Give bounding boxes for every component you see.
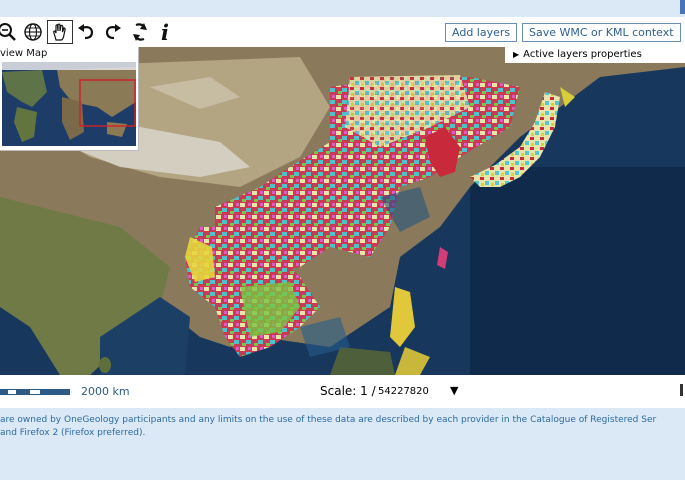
active-layers-label: Active layers properties	[523, 49, 642, 60]
scale-segment	[40, 389, 54, 395]
top-strip	[0, 0, 685, 17]
footer-notice: are owned by OneGeology participants and…	[0, 414, 685, 440]
overview-map-panel: view Map	[0, 47, 139, 151]
expand-triangle-icon: ▶	[513, 50, 520, 59]
scale-segment	[16, 389, 30, 395]
globe-icon[interactable]	[22, 20, 44, 44]
info-icon[interactable]: i	[156, 20, 174, 45]
save-context-button[interactable]: Save WMC or KML context	[522, 23, 681, 42]
window-corner	[680, 0, 685, 14]
map-toolbar: i Add layers Save WMC or KML context	[0, 17, 685, 47]
overview-map-image[interactable]	[2, 62, 136, 146]
scale-segment	[54, 389, 70, 395]
scale-segment	[0, 389, 8, 395]
scale-distance-label: 2000 km	[81, 385, 130, 398]
zoom-out-icon[interactable]	[0, 20, 16, 44]
footer-line-2: and Firefox 2 (Firefox preferred).	[0, 428, 146, 438]
scale-end-marker	[680, 384, 683, 396]
scale-bar-row: 2000 km Scale: 1 / 54227820 ▼	[0, 375, 685, 408]
footer-line-1: are owned by OneGeology participants and…	[0, 415, 657, 425]
scale-value[interactable]: 54227820	[378, 386, 429, 397]
active-layers-toggle[interactable]: ▶ Active layers properties	[505, 47, 685, 63]
scale-label: Scale: 1 /	[320, 384, 376, 398]
scale-segment	[30, 389, 40, 395]
hand-pan-icon[interactable]	[47, 20, 73, 44]
add-layers-button[interactable]: Add layers	[445, 23, 518, 42]
scale-dropdown-arrow-icon[interactable]: ▼	[450, 384, 458, 397]
refresh-icon[interactable]	[129, 20, 151, 44]
redo-icon[interactable]	[102, 20, 124, 44]
undo-icon[interactable]	[75, 20, 97, 44]
scale-segment	[8, 389, 16, 395]
overview-map-title: view Map	[0, 48, 48, 59]
